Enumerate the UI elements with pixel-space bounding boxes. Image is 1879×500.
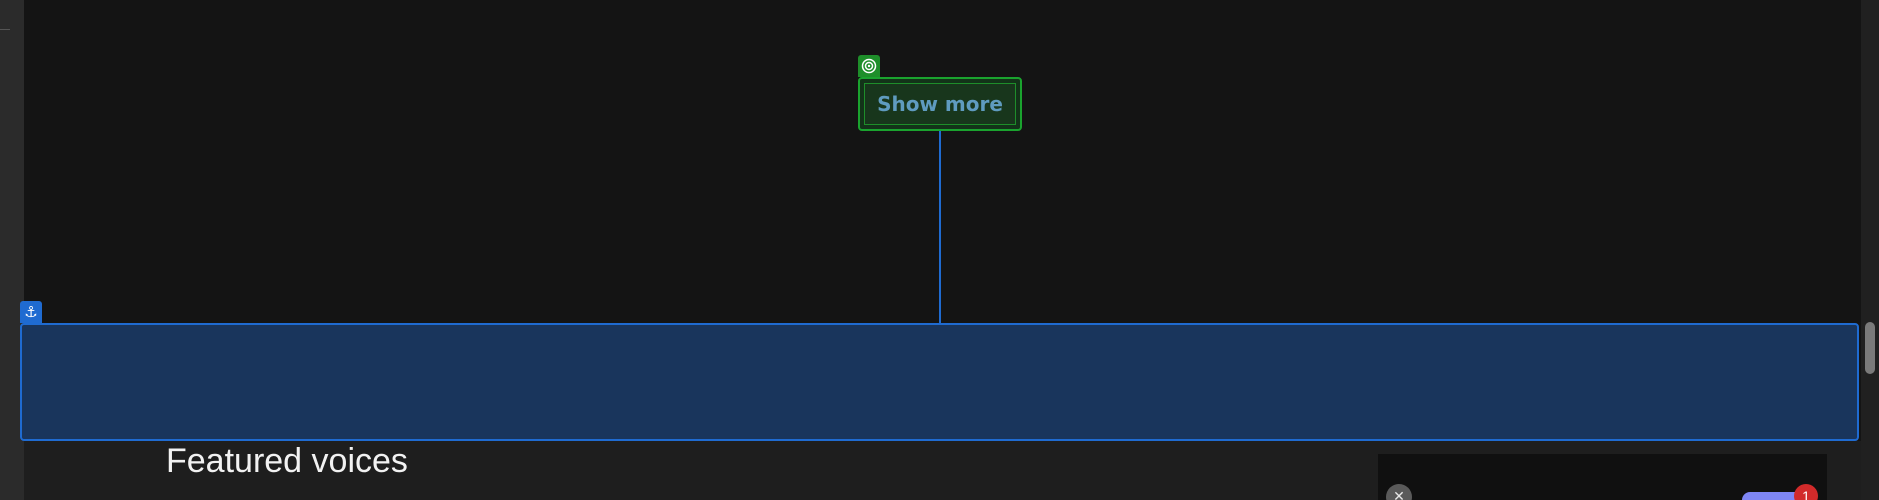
anchor-icon: ⚓ xyxy=(20,301,42,323)
anchor-region xyxy=(20,323,1859,441)
show-more-highlight: Show more xyxy=(858,77,1022,131)
rail-tick xyxy=(0,29,10,30)
page: Show more ⚓ Featured voices ✕ 1 xyxy=(0,0,1879,500)
scrollbar-thumb[interactable] xyxy=(1865,322,1875,374)
section-title: Featured voices xyxy=(166,442,408,480)
target-icon xyxy=(858,55,880,77)
scrollbar[interactable] xyxy=(1861,0,1879,500)
target-icon-graphic xyxy=(861,58,877,74)
connector-line xyxy=(939,131,941,324)
show-more-button[interactable]: Show more xyxy=(864,83,1016,125)
